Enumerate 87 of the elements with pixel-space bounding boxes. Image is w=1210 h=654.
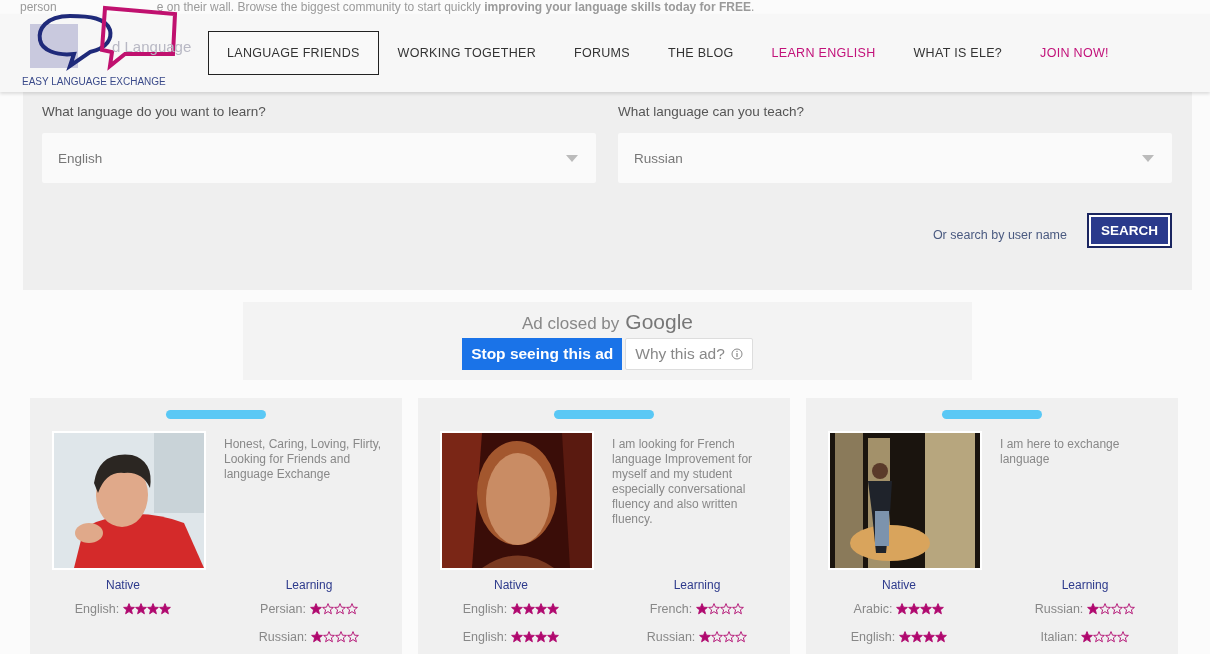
info-icon [730, 348, 743, 360]
ad-brand: Google [625, 310, 694, 334]
star-icon [309, 603, 322, 615]
star-icon [896, 603, 909, 615]
language-select[interactable]: Russian [618, 133, 1172, 183]
star-icon [1111, 603, 1124, 615]
language-name: English: [462, 602, 508, 616]
star-icon [1117, 631, 1130, 643]
stop-ad-button[interactable]: Stop seeing this ad [462, 338, 623, 370]
star-icon [1087, 603, 1100, 615]
star-icon [511, 603, 524, 615]
profile-bio: Honest, Caring, Loving, Flirty, Looking for Friends and language Exchange [224, 437, 383, 483]
star-icon [908, 603, 921, 615]
field-label: What language do you want to learn? [42, 104, 267, 119]
language-name: Arabic: [853, 602, 893, 616]
nav-link[interactable]: FORUMS [555, 31, 649, 75]
star-icon [345, 603, 358, 615]
language-name: Italian: [1040, 630, 1078, 644]
star-icon [1081, 631, 1094, 643]
field-label: What language can you teach? [618, 104, 806, 119]
native-heading: Native [494, 578, 528, 592]
star-icon [935, 631, 948, 643]
star-icon [696, 603, 709, 615]
nav-link[interactable]: WHAT IS ELE? [894, 31, 1022, 75]
language-name: English: [850, 630, 896, 644]
learning-heading: Learning [285, 578, 333, 592]
star-icon [920, 603, 933, 615]
caret-icon [1142, 154, 1154, 162]
ad-closed-text: Ad closed by [521, 314, 620, 334]
learning-heading: Learning [1061, 578, 1109, 592]
star-icon [899, 631, 912, 643]
language-name: Russian: [1034, 602, 1084, 616]
language-name: English: [74, 602, 120, 616]
language-name: French: [649, 602, 693, 616]
star-icon [547, 603, 560, 615]
star-icon [732, 603, 745, 615]
star-icon [1099, 603, 1112, 615]
username-search-link[interactable]: Or search by user name [932, 219, 1067, 242]
star-icon [323, 631, 336, 643]
search-button[interactable]: SEARCH [1087, 213, 1172, 248]
language-name: English: [462, 630, 508, 644]
caret-icon [566, 154, 578, 162]
star-icon [159, 603, 172, 615]
star-icon [547, 631, 560, 643]
language-select[interactable]: English [42, 133, 596, 183]
star-icon [708, 603, 721, 615]
star-icon [1093, 631, 1106, 643]
star-icon [699, 631, 712, 643]
star-icon [711, 631, 724, 643]
nav-link[interactable]: JOIN NOW! [1021, 31, 1128, 75]
star-icon [123, 603, 136, 615]
profile-bio: I am here to exchange language [1000, 437, 1121, 468]
star-icon [311, 631, 324, 643]
star-icon [723, 631, 736, 643]
language-name: Russian: [646, 630, 696, 644]
star-icon [932, 603, 945, 615]
star-icon [1123, 603, 1136, 615]
native-heading: Native [882, 578, 916, 592]
star-icon [720, 603, 733, 615]
nav-link[interactable]: WORKING TOGETHER [378, 31, 555, 75]
star-icon [321, 603, 334, 615]
star-icon [335, 631, 348, 643]
star-icon [523, 631, 536, 643]
language-name: Russian: [258, 630, 308, 644]
star-icon [911, 631, 924, 643]
profile-bio: I am looking for French language Improvement for myself and my student especially conversational fluency and also written fluency. [612, 437, 754, 528]
native-heading: Native [106, 578, 140, 592]
nav-link[interactable]: LEARN ENGLISH [752, 31, 895, 75]
intro-fragment: person [20, 0, 57, 14]
star-icon [923, 631, 936, 643]
star-icon [135, 603, 148, 615]
star-icon [735, 631, 748, 643]
star-icon [147, 603, 160, 615]
star-icon [511, 631, 524, 643]
star-icon [523, 603, 536, 615]
intro-text: e on their wall. Browse the biggest community to start quickly improving your language skills today for FREE. [156, 0, 755, 14]
star-icon [535, 631, 548, 643]
nav-link[interactable]: THE BLOG [648, 31, 753, 75]
star-icon [347, 631, 360, 643]
star-icon [1105, 631, 1118, 643]
learning-heading: Learning [673, 578, 721, 592]
nav-link[interactable]: LANGUAGE FRIENDS [208, 31, 379, 75]
language-name: Persian: [260, 602, 306, 616]
star-icon [333, 603, 346, 615]
star-icon [535, 603, 548, 615]
why-ad-button[interactable]: Why this ad? [625, 338, 753, 370]
logo-caption: EASY LANGUAGE EXCHANGE [22, 76, 167, 87]
